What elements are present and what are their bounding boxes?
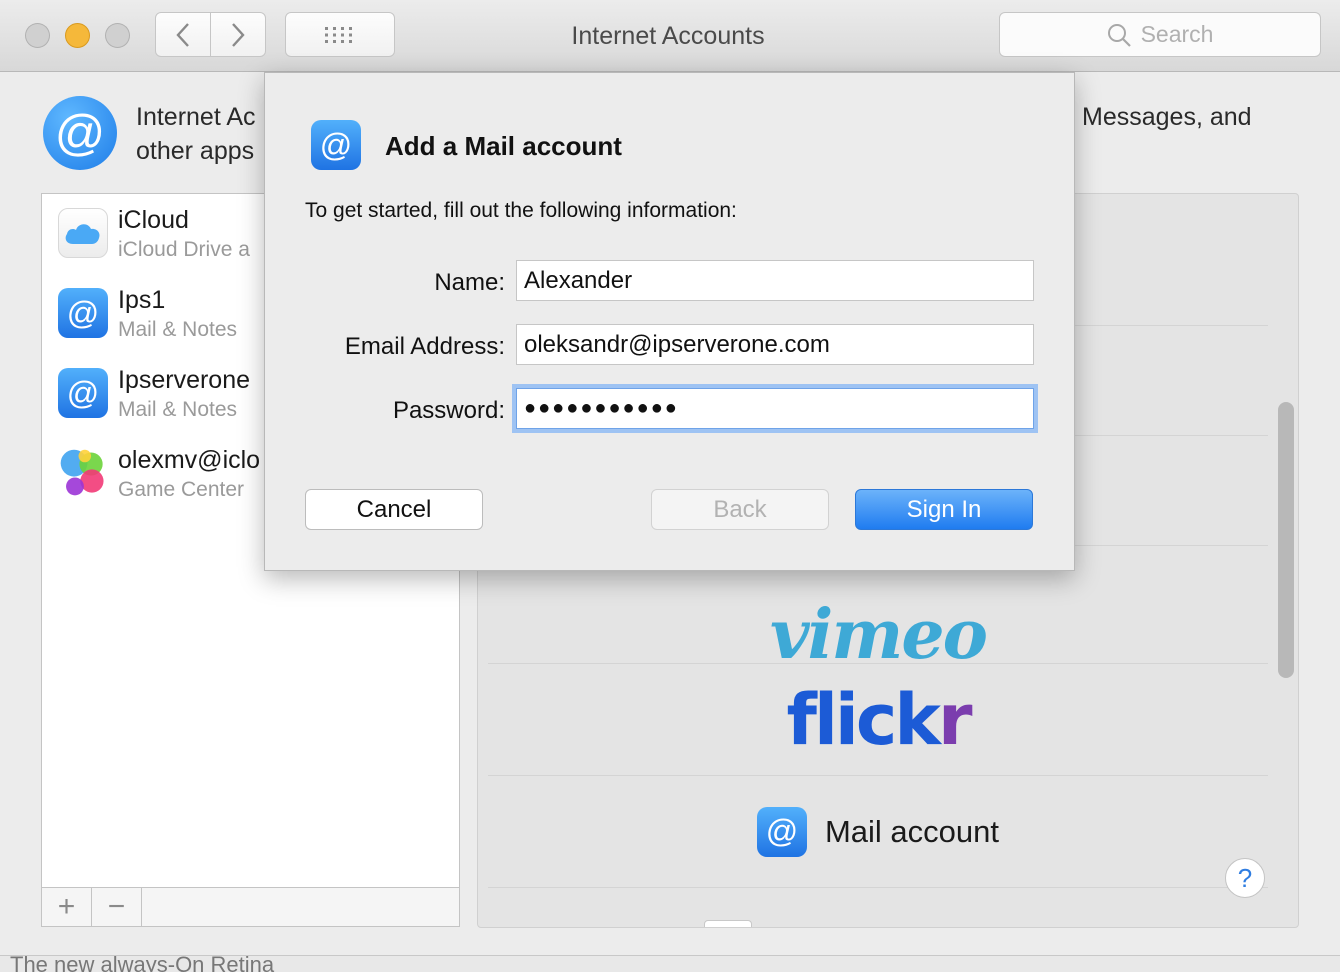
add-account-button[interactable]: + [42,888,92,926]
forward-nav-button[interactable] [210,12,266,57]
flickr-logo-main: flick [786,678,940,761]
remove-account-button[interactable]: − [92,888,142,926]
internet-accounts-icon: @ [43,96,117,170]
minimize-window-button[interactable] [65,23,90,48]
password-label: Password: [392,397,505,424]
background-window-strip: The new always-On Retina [0,955,1340,972]
account-subtitle: iCloud Drive a [118,238,250,261]
header-line2: other apps [136,137,255,165]
account-name: iCloud [118,206,189,234]
cancel-button[interactable]: Cancel [305,489,483,530]
sheet-title: Add a Mail account [385,131,622,161]
password-field[interactable]: ●●●●●●●●●●● [516,388,1034,429]
mail-icon: @ [58,368,108,418]
add-mail-account-sheet: @ Add a Mail account To get started, fil… [264,72,1075,571]
sheet-instructions: To get started, fill out the following i… [305,199,737,222]
zoom-window-button[interactable] [105,23,130,48]
window-title: Internet Accounts [571,22,765,50]
show-all-button[interactable] [285,12,395,57]
name-label: Name: [434,269,505,296]
background-text: The new always-On Retina [10,955,275,972]
name-field[interactable] [516,260,1034,301]
email-label: Email Address: [344,333,505,360]
chevron-left-icon [176,22,189,47]
disclosure-handle[interactable] [704,920,752,927]
accounts-list-footer: + − [41,887,460,927]
mail-icon: @ [58,288,108,338]
search-placeholder: Search [1140,21,1214,47]
provider-flickr[interactable]: flickr [488,664,1268,776]
search-icon [1107,23,1131,47]
flickr-logo: flickr [786,678,972,761]
account-name: olexmv@iclo [118,446,261,474]
icloud-icon [58,208,108,258]
close-window-button[interactable] [25,23,50,48]
account-subtitle: Mail & Notes [118,318,238,341]
back-nav-button[interactable] [155,12,211,57]
back-button[interactable]: Back [651,489,829,530]
account-name: Ips1 [118,286,166,314]
email-field[interactable] [516,324,1034,365]
account-subtitle: Game Center [118,478,245,501]
game-center-icon [58,448,108,498]
grid-icon [325,26,352,43]
chevron-right-icon [232,22,245,47]
mail-icon: @ [756,806,807,857]
internet-accounts-window: Internet Accounts Search @ Internet Ac M… [0,0,1340,972]
search-field[interactable]: Search [999,12,1321,57]
sign-in-button[interactable]: Sign In [855,489,1033,530]
account-subtitle: Mail & Notes [118,398,238,421]
help-button[interactable]: ? [1225,858,1265,898]
provider-mail-account[interactable]: @ Mail account [488,776,1268,888]
header-line1-left: Internet Ac [136,103,256,131]
mail-icon: @ [311,120,361,170]
mail-account-label: Mail account [824,813,1000,849]
account-name: Ipserverone [118,366,251,394]
flickr-logo-r: r [937,678,972,761]
provider-scrollbar[interactable] [1278,402,1294,678]
vimeo-logo: vimeo [770,594,988,675]
header-line1-right: Messages, and [1082,103,1252,131]
title-bar: Internet Accounts Search [0,0,1340,72]
